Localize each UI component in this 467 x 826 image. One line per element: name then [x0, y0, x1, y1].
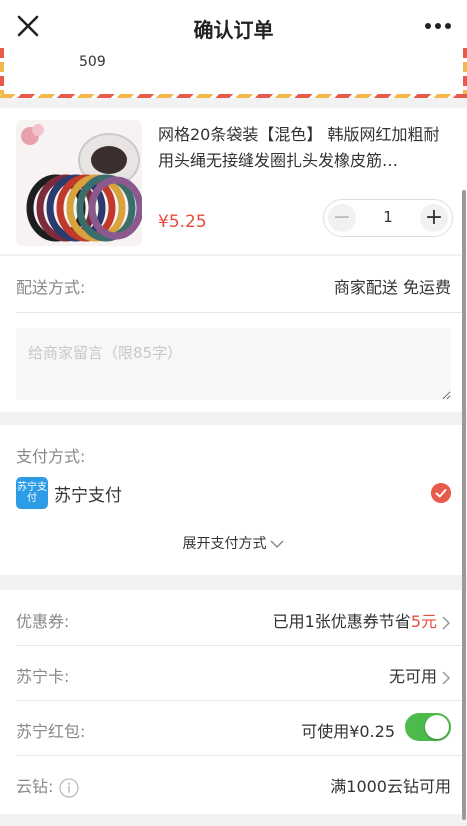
- payment-label: 支付方式:: [16, 447, 86, 466]
- delivery-section: 配送方式: 商家配送 免运费: [0, 256, 467, 412]
- product-card: 网格20条袋装【混色】 韩版网红加粗耐用头绳无接缝发圈扎头发橡皮筋… ¥5.25…: [0, 108, 467, 254]
- coupon-value-prefix: 已用1张优惠券节省: [272, 612, 411, 631]
- page-title: 确认订单: [193, 18, 274, 42]
- more-icon[interactable]: [423, 14, 453, 38]
- red-packet-label: 苏宁红包:: [16, 722, 86, 741]
- red-packet-toggle[interactable]: [405, 713, 451, 741]
- address-text: 509: [79, 54, 106, 70]
- seller-message-input[interactable]: [16, 328, 451, 400]
- red-packet-row: 苏宁红包: 可使用¥0.25: [0, 700, 467, 755]
- info-icon[interactable]: [59, 777, 80, 798]
- chevron-right-icon: [442, 670, 451, 685]
- chevron-right-icon: [442, 615, 451, 630]
- suning-card-value: 无可用: [389, 663, 451, 687]
- increase-button[interactable]: +: [420, 204, 448, 232]
- suning-card-row[interactable]: 苏宁卡: 无可用: [0, 645, 467, 700]
- coupon-row[interactable]: 优惠券: 已用1张优惠券节省5元: [0, 590, 467, 645]
- cloud-diamond-row: 云钻: 满1000云钻可用: [0, 755, 467, 810]
- suning-pay-logo: 苏宁支付: [16, 477, 48, 509]
- expand-label: 展开支付方式: [182, 536, 267, 552]
- address-card[interactable]: 509: [0, 48, 467, 98]
- coupon-value: 已用1张优惠券节省5元: [273, 608, 451, 632]
- address-border-right: [463, 48, 467, 98]
- payment-method-name[interactable]: 苏宁支付: [54, 481, 122, 506]
- product-image[interactable]: [16, 120, 142, 246]
- delivery-label: 配送方式:: [16, 278, 86, 297]
- address-border-bottom: [0, 94, 467, 98]
- red-packet-value: 可使用¥0.25: [301, 722, 395, 741]
- product-price: ¥5.25: [158, 212, 207, 232]
- cloud-diamond-label-wrap: 云钻:: [16, 773, 80, 798]
- divider: [16, 312, 467, 313]
- decrease-button[interactable]: −: [328, 204, 356, 232]
- toggle-knob: [425, 715, 449, 739]
- quantity-stepper: − 1 +: [323, 199, 453, 237]
- payment-section: 支付方式: 苏宁支付 苏宁支付 展开支付方式: [0, 425, 467, 575]
- cloud-diamond-value: 满1000云钻可用: [330, 777, 451, 796]
- delivery-value: 商家配送 免运费: [333, 278, 451, 297]
- suning-card-label: 苏宁卡:: [16, 667, 70, 686]
- quantity-value[interactable]: 1: [364, 208, 412, 226]
- checkmark-icon[interactable]: [431, 483, 451, 503]
- product-name[interactable]: 网格20条袋装【混色】 韩版网红加粗耐用头绳无接缝发圈扎头发橡皮筋…: [158, 122, 448, 174]
- expand-payment-methods[interactable]: 展开支付方式: [0, 533, 467, 553]
- coupon-saving: 5元: [410, 612, 437, 631]
- discount-section: 优惠券: 已用1张优惠券节省5元 苏宁卡: 无可用 苏宁红包: 可使用¥0.25…: [0, 590, 467, 814]
- address-border-left: [0, 48, 4, 98]
- coupon-label: 优惠券:: [16, 612, 70, 631]
- cloud-diamond-label: 云钻:: [16, 777, 54, 796]
- chevron-down-icon: [269, 540, 284, 549]
- suning-card-status: 无可用: [388, 667, 437, 686]
- scrollbar[interactable]: [462, 190, 466, 820]
